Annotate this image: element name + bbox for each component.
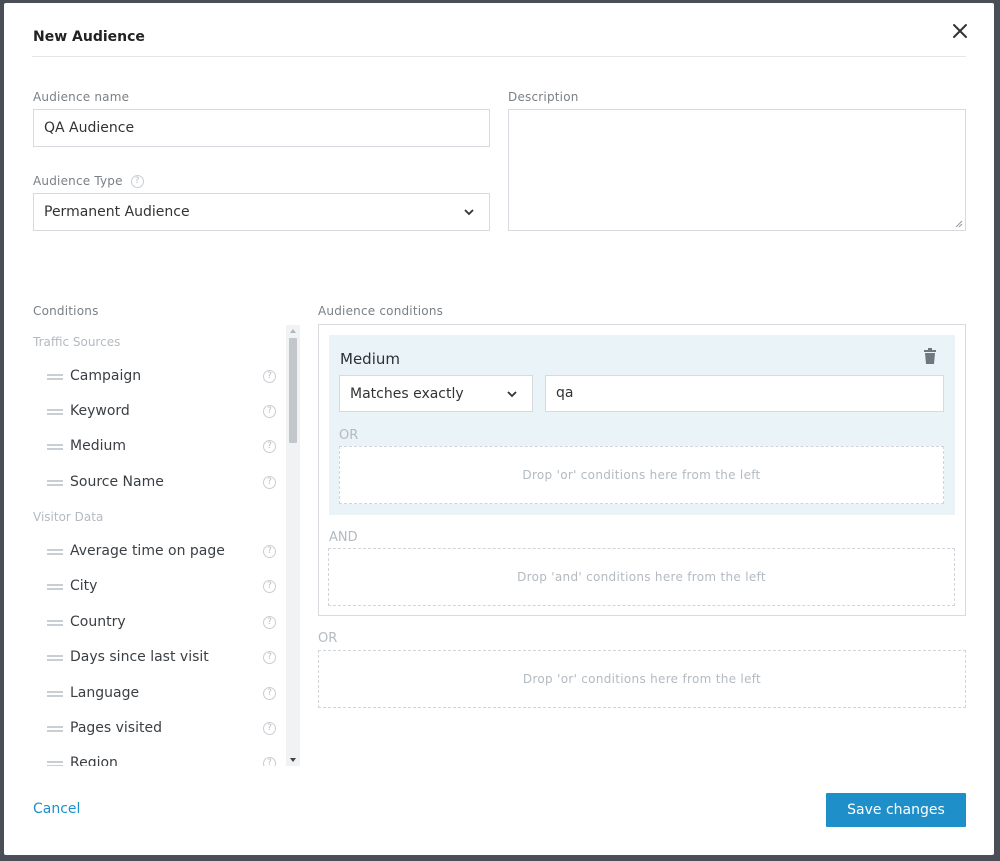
audience-type-value: Permanent Audience — [44, 204, 190, 220]
chevron-down-icon — [507, 391, 517, 398]
condition-label: Average time on page — [70, 543, 225, 559]
condition-rule-medium: Medium Matches exactly qa OR Drop 'or' c… — [329, 335, 955, 515]
audience-conditions-box: Medium Matches exactly qa OR Drop 'or' c… — [318, 324, 966, 616]
description-label: Description — [508, 90, 579, 104]
cancel-button[interactable]: Cancel — [33, 801, 80, 817]
dialog-header: New Audience — [32, 3, 967, 57]
or-label-outer: OR — [318, 631, 338, 646]
drag-handle-icon — [47, 726, 63, 732]
condition-item-average-time-on-page[interactable]: Average time on page ? — [46, 541, 276, 565]
description-textarea[interactable] — [508, 109, 966, 231]
drag-handle-icon — [47, 409, 63, 415]
help-icon[interactable]: ? — [263, 757, 276, 766]
condition-label: Country — [70, 614, 126, 630]
condition-label: Keyword — [70, 403, 130, 419]
scrollbar-thumb[interactable] — [289, 338, 297, 443]
new-audience-dialog: New Audience Audience name QA Audience A… — [4, 3, 994, 855]
condition-item-source-name[interactable]: Source Name ? — [46, 472, 276, 496]
save-changes-button[interactable]: Save changes — [826, 793, 966, 827]
rule-title: Medium — [340, 350, 400, 368]
condition-label: Days since last visit — [70, 649, 209, 665]
condition-label: Medium — [70, 438, 126, 454]
and-label: AND — [329, 530, 358, 545]
drag-handle-icon — [47, 374, 63, 380]
help-icon[interactable]: ? — [263, 476, 276, 489]
conditions-scrollbar[interactable] — [286, 325, 300, 766]
conditions-heading: Conditions — [33, 304, 99, 318]
drag-handle-icon — [47, 691, 63, 697]
drag-handle-icon — [47, 549, 63, 555]
drag-handle-icon — [47, 655, 63, 661]
trash-icon[interactable] — [923, 348, 937, 364]
group-label-traffic-sources: Traffic Sources — [33, 335, 121, 349]
close-icon[interactable] — [950, 21, 970, 41]
drag-handle-icon — [47, 444, 63, 450]
condition-item-pages-visited[interactable]: Pages visited ? — [46, 718, 276, 742]
drop-or-zone[interactable]: Drop 'or' conditions here from the left — [339, 446, 944, 504]
help-icon[interactable]: ? — [263, 440, 276, 453]
condition-item-days-since-last-visit[interactable]: Days since last visit ? — [46, 647, 276, 671]
condition-label: City — [70, 578, 98, 594]
audience-name-input[interactable]: QA Audience — [33, 109, 490, 147]
audience-type-label: Audience Type ? — [33, 174, 144, 188]
conditions-list[interactable]: Traffic Sources Campaign ? Keyword ? Med… — [32, 325, 300, 766]
audience-type-select[interactable]: Permanent Audience — [33, 193, 490, 231]
drag-handle-icon — [47, 480, 63, 486]
drag-handle-icon — [47, 620, 63, 626]
condition-item-campaign[interactable]: Campaign ? — [46, 366, 276, 390]
help-icon[interactable]: ? — [263, 370, 276, 383]
condition-item-country[interactable]: Country ? — [46, 612, 276, 636]
operator-value: Matches exactly — [350, 386, 464, 402]
audience-name-label: Audience name — [33, 90, 130, 104]
rule-value-input[interactable]: qa — [545, 375, 944, 412]
condition-label: Pages visited — [70, 720, 162, 736]
condition-item-keyword[interactable]: Keyword ? — [46, 401, 276, 425]
dialog-title: New Audience — [33, 29, 145, 45]
help-icon[interactable]: ? — [263, 687, 276, 700]
group-label-visitor-data: Visitor Data — [33, 510, 104, 524]
condition-label: Campaign — [70, 368, 142, 384]
chevron-down-icon — [464, 209, 474, 216]
resize-handle-icon[interactable] — [955, 220, 963, 228]
or-label: OR — [339, 428, 359, 443]
help-icon[interactable]: ? — [263, 545, 276, 558]
condition-label: Source Name — [70, 474, 164, 490]
audience-type-label-text: Audience Type — [33, 174, 123, 188]
scroll-up-arrow-icon[interactable] — [289, 327, 297, 335]
condition-item-language[interactable]: Language ? — [46, 683, 276, 707]
condition-item-city[interactable]: City ? — [46, 576, 276, 600]
condition-label: Language — [70, 685, 140, 701]
help-icon[interactable]: ? — [263, 580, 276, 593]
audience-conditions-heading: Audience conditions — [318, 304, 444, 318]
help-icon[interactable]: ? — [263, 722, 276, 735]
operator-select[interactable]: Matches exactly — [339, 375, 533, 412]
drop-and-zone[interactable]: Drop 'and' conditions here from the left — [328, 548, 955, 606]
help-icon[interactable]: ? — [263, 651, 276, 664]
condition-item-medium[interactable]: Medium ? — [46, 436, 276, 460]
drag-handle-icon — [47, 584, 63, 590]
help-icon[interactable]: ? — [263, 405, 276, 418]
drag-handle-icon — [47, 761, 63, 766]
help-icon[interactable]: ? — [130, 175, 144, 188]
scroll-down-arrow-icon[interactable] — [289, 756, 297, 764]
condition-item-region[interactable]: Region ? — [46, 753, 276, 766]
drop-or-zone-outer[interactable]: Drop 'or' conditions here from the left — [318, 650, 966, 708]
condition-label: Region — [70, 755, 118, 766]
help-icon[interactable]: ? — [263, 616, 276, 629]
